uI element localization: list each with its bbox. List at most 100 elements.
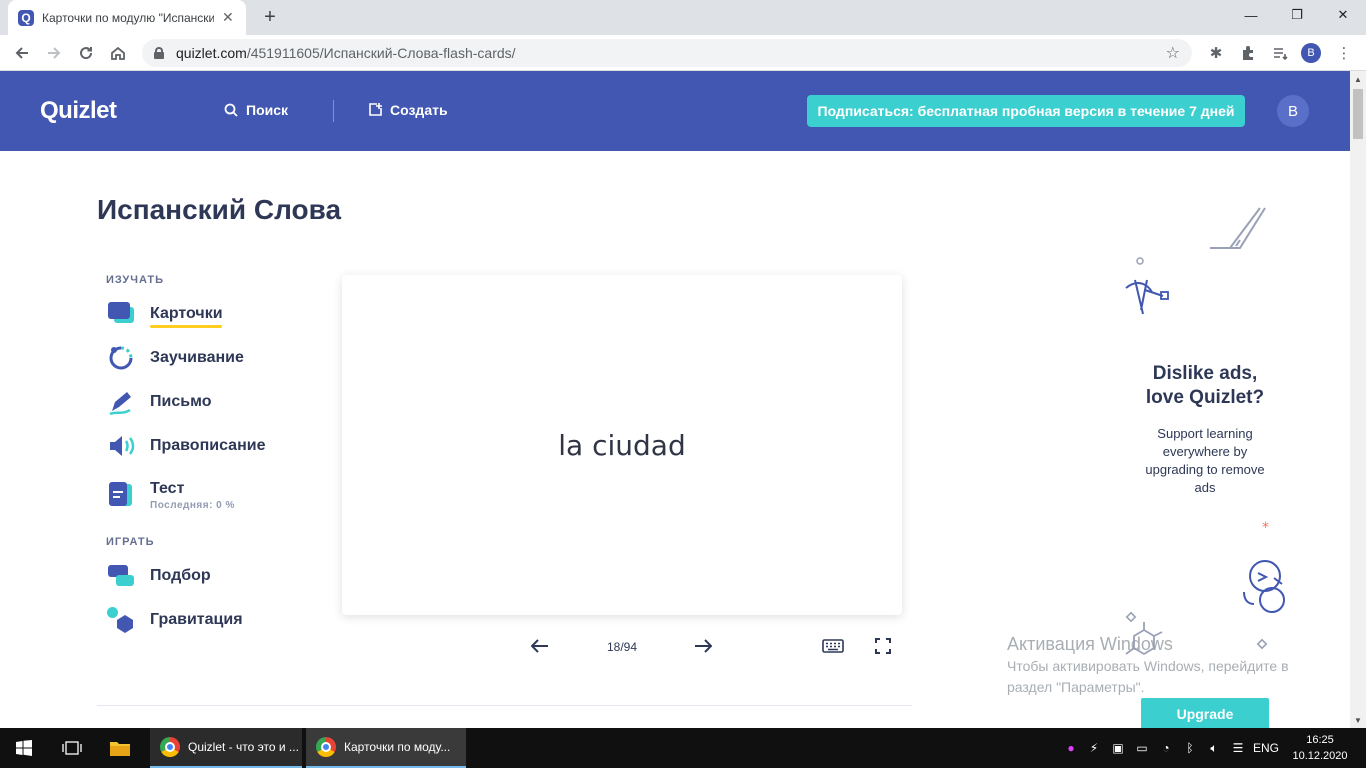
previous-card-button[interactable] xyxy=(528,633,552,659)
clock-time: 16:25 xyxy=(1306,734,1334,746)
url-text: quizlet.com/451911605/Испанский-Слова-fl… xyxy=(176,45,516,61)
create-label: Создать xyxy=(390,102,448,118)
fullscreen-icon xyxy=(875,638,891,654)
browser-tab-strip: Q Карточки по модулю "Испанский Слова" ✕… xyxy=(0,0,1366,35)
mode-write[interactable]: Письмо xyxy=(106,387,211,417)
chrome-icon xyxy=(316,737,336,757)
reading-list-icon[interactable] xyxy=(1270,43,1290,63)
system-tray: ● ⚡ ▣ ▭ ◔ ᛒ 🔈︎ ☰ ENG xyxy=(1060,728,1282,768)
card-counter: 18/94 xyxy=(606,640,638,654)
mode-write-label: Письмо xyxy=(150,393,212,410)
windows-activation-title: Активация Windows xyxy=(1007,634,1173,654)
taskbar-app2-label: Карточки по моду... xyxy=(344,740,451,754)
user-avatar[interactable]: B xyxy=(1277,95,1309,127)
windows-activation-text: Чтобы активировать Windows, перейдите в … xyxy=(1007,658,1289,695)
close-tab-icon[interactable]: ✕ xyxy=(222,9,234,26)
ad-text: Support learning everywhere by upgrading… xyxy=(1145,426,1265,495)
clock-date: 10.12.2020 xyxy=(1292,750,1348,762)
write-pen-icon xyxy=(106,387,136,417)
lock-icon xyxy=(154,47,164,59)
windows-taskbar: Quizlet - что это и ... Карточки по моду… xyxy=(0,728,1366,768)
restore-window-button[interactable]: ❐ xyxy=(1274,0,1320,30)
search-icon xyxy=(222,103,240,117)
browser-toolbar: quizlet.com/451911605/Испанский-Слова-fl… xyxy=(0,35,1366,71)
minimize-window-button[interactable]: — xyxy=(1228,0,1274,30)
browser-tab-active[interactable]: Q Карточки по модулю "Испанский Слова" ✕ xyxy=(8,0,246,35)
folder-icon xyxy=(110,742,130,756)
reload-icon xyxy=(80,47,93,60)
mode-match[interactable]: Подбор xyxy=(106,561,211,591)
taskbar-app-quizlet-info[interactable]: Quizlet - что это и ... xyxy=(150,728,302,768)
subscribe-trial-button[interactable]: Подписаться: бесплатная пробная версия в… xyxy=(807,95,1245,127)
taskbar-app1-label: Quizlet - что это и ... xyxy=(188,740,299,754)
ad-illustration-top xyxy=(1125,207,1266,315)
quizlet-logo[interactable]: Quizlet xyxy=(40,97,117,125)
file-explorer-button[interactable] xyxy=(96,728,144,768)
page-title: Испанский Слова xyxy=(97,194,342,225)
scroll-up-icon[interactable]: ▲ xyxy=(1350,71,1366,87)
tray-battery-icon[interactable]: ▭ xyxy=(1130,741,1154,755)
tray-app-icon[interactable]: ● xyxy=(1060,741,1082,755)
home-icon xyxy=(111,46,125,60)
wifi-icon[interactable]: ◔ xyxy=(1154,741,1178,755)
windows-logo-icon xyxy=(16,740,32,756)
arrow-right-icon xyxy=(695,639,712,653)
browser-menu-icon[interactable]: ⋮ xyxy=(1334,43,1354,63)
mode-match-label: Подбор xyxy=(150,567,211,584)
mode-spell-label: Правописание xyxy=(150,437,266,454)
chrome-icon xyxy=(160,737,180,757)
new-tab-button[interactable]: + xyxy=(258,5,282,29)
mode-learn-label: Заучивание xyxy=(150,349,244,366)
scroll-down-icon[interactable]: ▼ xyxy=(1350,712,1366,728)
extension-icon[interactable]: ✱ xyxy=(1206,43,1226,63)
search-label: Поиск xyxy=(246,102,289,118)
quizlet-favicon-icon: Q xyxy=(18,9,34,26)
svg-text:*: * xyxy=(1262,520,1269,536)
notifications-icon[interactable]: ☰ xyxy=(1226,741,1250,755)
mode-learn[interactable]: Заучивание xyxy=(106,343,244,373)
task-view-button[interactable] xyxy=(48,728,96,768)
upgrade-button[interactable]: Upgrade xyxy=(1141,698,1269,730)
study-section-label: ИЗУЧАТЬ xyxy=(106,274,164,286)
back-arrow-icon xyxy=(15,47,28,59)
close-window-button[interactable]: ✕ xyxy=(1320,0,1366,30)
tray-network-off-icon[interactable]: ⚡ xyxy=(1082,741,1106,755)
create-nav-button[interactable]: Создать xyxy=(366,102,448,118)
arrow-left-icon xyxy=(531,639,548,653)
mode-cards[interactable]: Карточки xyxy=(106,299,223,329)
volume-icon[interactable]: 🔈︎ xyxy=(1202,741,1226,756)
mode-spell[interactable]: Правописание xyxy=(106,431,265,461)
quizlet-header: Quizlet Поиск Создать Подписаться: беспл… xyxy=(0,71,1350,151)
back-button[interactable] xyxy=(8,39,36,67)
home-button[interactable] xyxy=(104,39,132,67)
bookmark-star-icon[interactable]: ☆ xyxy=(1166,43,1180,63)
windows-start-button[interactable] xyxy=(0,728,48,768)
mode-cards-label: Карточки xyxy=(150,305,223,322)
extensions-puzzle-icon[interactable] xyxy=(1238,43,1258,63)
learn-icon xyxy=(106,343,136,373)
address-bar[interactable]: quizlet.com/451911605/Испанский-Слова-fl… xyxy=(142,39,1192,67)
mode-test[interactable]: Тест Последняя: 0 % xyxy=(106,477,235,513)
reload-button[interactable] xyxy=(72,39,100,67)
mode-gravity[interactable]: Гравитация xyxy=(106,605,243,635)
keyboard-shortcuts-button[interactable] xyxy=(820,633,846,659)
speaker-icon xyxy=(106,431,136,461)
flashcard[interactable]: la ciudad xyxy=(342,275,902,615)
next-card-button[interactable] xyxy=(691,633,715,659)
forward-arrow-icon xyxy=(48,47,61,59)
header-divider xyxy=(333,100,334,122)
search-nav-button[interactable]: Поиск xyxy=(222,102,288,118)
tray-display-icon[interactable]: ▣ xyxy=(1106,741,1130,755)
fullscreen-button[interactable] xyxy=(872,633,894,659)
page-scrollbar[interactable]: ▲ ▼ xyxy=(1350,71,1366,728)
bluetooth-icon[interactable]: ᛒ xyxy=(1178,741,1202,755)
input-language[interactable]: ENG xyxy=(1250,741,1282,755)
content-divider xyxy=(97,705,912,706)
match-icon xyxy=(106,561,136,591)
scroll-thumb[interactable] xyxy=(1353,89,1363,139)
taskbar-app-quizlet-cards[interactable]: Карточки по моду... xyxy=(306,728,466,768)
test-document-icon xyxy=(106,480,136,510)
taskbar-clock[interactable]: 16:25 10.12.2020 xyxy=(1290,732,1350,764)
browser-profile-avatar[interactable]: B xyxy=(1301,43,1321,63)
forward-button[interactable] xyxy=(40,39,68,67)
